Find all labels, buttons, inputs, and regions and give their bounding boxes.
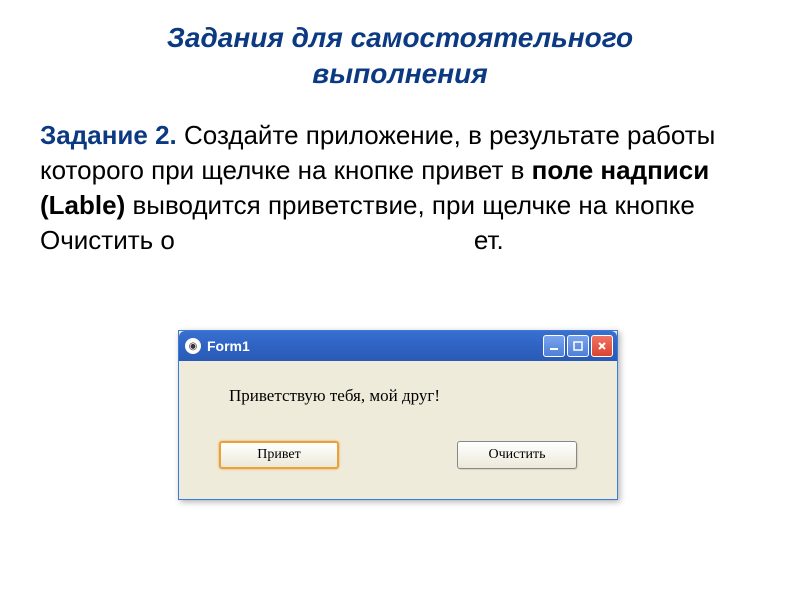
titlebar[interactable]: ◉ Form1 (179, 331, 617, 361)
clear-button[interactable]: Очистить (457, 441, 577, 469)
close-icon (596, 340, 608, 352)
minimize-icon (548, 340, 560, 352)
task-number-label: Задание 2. (40, 120, 177, 150)
button-row: Привет Очистить (209, 441, 587, 469)
greeting-label: Приветствую тебя, мой друг! (229, 386, 587, 406)
window-controls (543, 335, 613, 357)
page-title: Задания для самостоятельного выполнения (30, 20, 770, 93)
app-icon: ◉ (185, 338, 201, 354)
hello-button[interactable]: Привет (219, 441, 339, 469)
window-content: Приветствую тебя, мой друг! Привет Очист… (179, 361, 617, 499)
task-description: Задание 2. Создайте приложение, в резуль… (30, 118, 770, 258)
minimize-button[interactable] (543, 335, 565, 357)
maximize-button[interactable] (567, 335, 589, 357)
maximize-icon (572, 340, 584, 352)
window-title: Form1 (207, 338, 543, 354)
close-button[interactable] (591, 335, 613, 357)
task-text-part2: выводится приветствие, при щелчке на кно… (40, 190, 695, 255)
task-text-part3: ет. (474, 225, 504, 255)
form1-window: ◉ Form1 Приветствую тебя, мой друг! Прив… (178, 330, 618, 500)
